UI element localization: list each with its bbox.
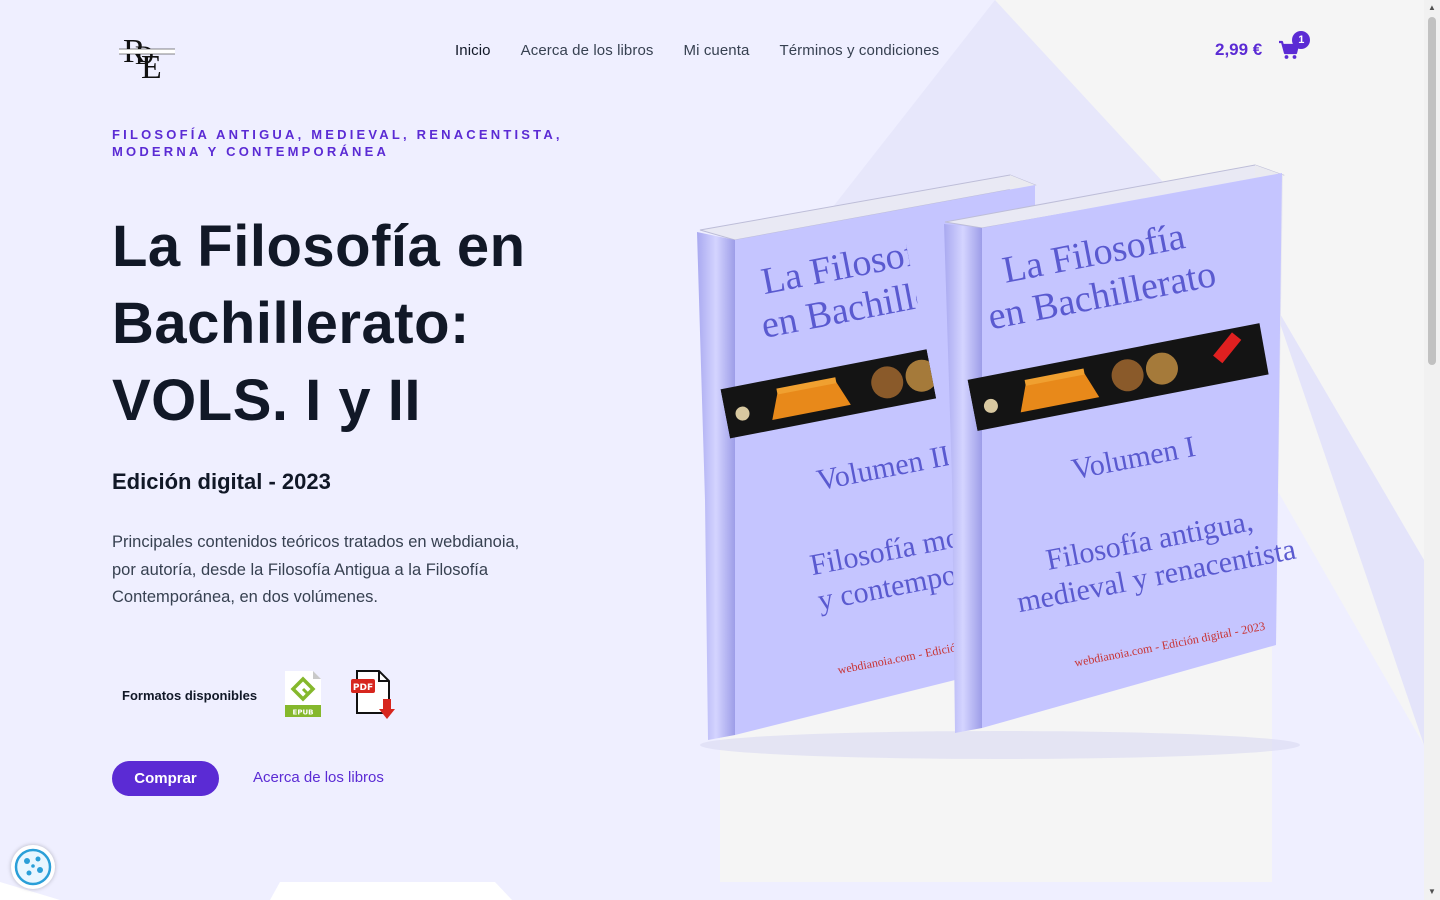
scroll-down-arrow-icon[interactable]: ▼ (1424, 884, 1440, 900)
hero-title: La Filosofía en Bachillerato: VOLS. I y … (112, 208, 672, 439)
hero-eyebrow: FILOSOFÍA ANTIGUA, MEDIEVAL, RENACENTIST… (112, 127, 563, 159)
scroll-up-arrow-icon[interactable]: ▲ (1424, 0, 1440, 16)
hero-title-line3: VOLS. I y II (112, 368, 421, 433)
hero-subtitle: Edición digital - 2023 (112, 469, 331, 494)
hero-description: Principales contenidos teóricos tratados… (112, 533, 520, 606)
page-scrollbar[interactable]: ▲ ▼ (1424, 0, 1440, 900)
nav-mi-cuenta[interactable]: Mi cuenta (684, 42, 750, 59)
epub-icon: EPUB (283, 669, 331, 721)
buy-button[interactable]: Comprar (112, 761, 219, 796)
book-volume-1: La Filosofía en Bachillerato Volumen I F… (944, 164, 1299, 733)
publisher-logo[interactable]: R E D (113, 26, 179, 82)
books-mockup: La Filosofí en Bachiller Volumen II Filo… (689, 164, 1300, 759)
main-navigation: Inicio Acerca de los libros Mi cuenta Té… (455, 42, 969, 59)
hero-title-line2: Bachillerato: (112, 291, 470, 356)
nav-terminos-y-condiciones[interactable]: Términos y condiciones (779, 42, 939, 59)
formats-label: Formatos disponibles (122, 687, 258, 703)
cookie-icon (14, 848, 52, 886)
nav-inicio[interactable]: Inicio (455, 42, 491, 59)
cart-total[interactable]: 2,99 € (1215, 40, 1262, 60)
nav-acerca-de-los-libros[interactable]: Acerca de los libros (521, 42, 654, 59)
pdf-label: PDF (353, 683, 373, 693)
cart-widget[interactable]: 2,99 € 1 (1215, 31, 1311, 60)
cookie-settings-button[interactable] (11, 845, 55, 889)
epub-label: EPUB (293, 709, 314, 717)
hero-title-line1: La Filosofía en (112, 214, 526, 279)
formats-available: Formatos disponibles EPUB PDF (122, 668, 419, 722)
about-books-link[interactable]: Acerca de los libros (253, 769, 384, 786)
svg-text:D: D (135, 41, 154, 70)
pdf-icon: PDF (351, 669, 399, 721)
scrollbar-thumb[interactable] (1428, 17, 1436, 365)
cart-icon[interactable]: 1 (1278, 31, 1311, 60)
